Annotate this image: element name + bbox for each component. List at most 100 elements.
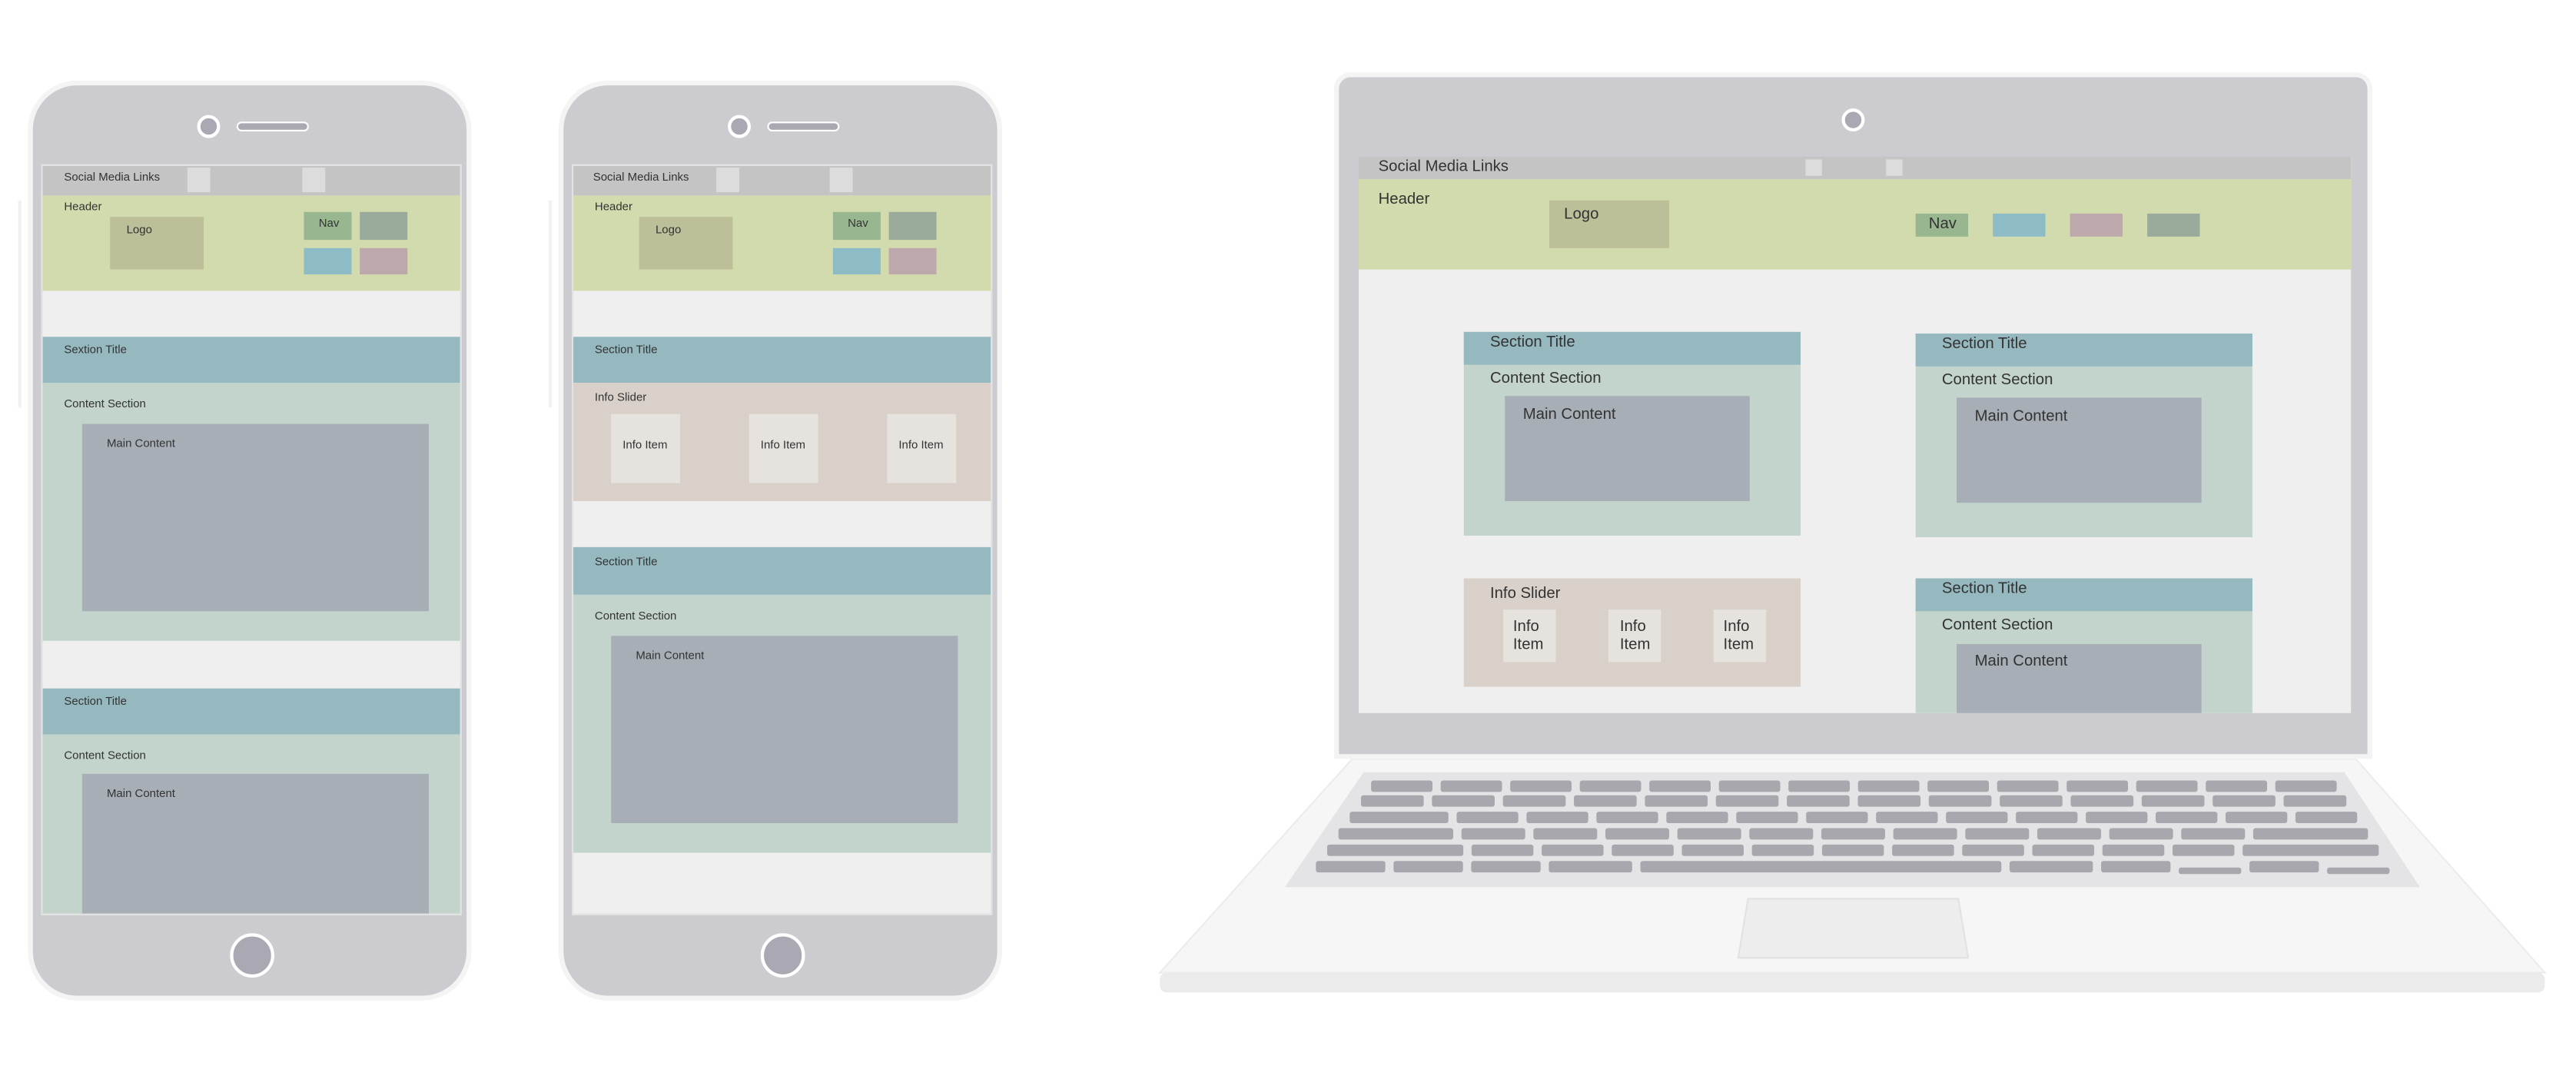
main-content-label: Main Content bbox=[1522, 406, 1616, 424]
info-item[interactable]: Info Item bbox=[1503, 609, 1556, 663]
content-section-label: Content Section bbox=[1489, 370, 1602, 388]
keyboard-key bbox=[2206, 780, 2268, 792]
keyboard-key bbox=[1471, 844, 1534, 856]
keyboard-key bbox=[2109, 828, 2173, 840]
info-item-label: Info Item bbox=[1619, 617, 1651, 654]
section-title: Section Title bbox=[1915, 578, 2252, 612]
info-slider: Info Slider Info Item Info Item Info Ite… bbox=[1463, 578, 1801, 687]
keyboard-key bbox=[2086, 812, 2148, 824]
keyboard-key bbox=[1718, 780, 1781, 792]
keyboard-key bbox=[1893, 828, 1957, 840]
social-icon[interactable] bbox=[1805, 159, 1822, 176]
keyboard-key bbox=[1533, 828, 1598, 840]
keyboard-key bbox=[1666, 812, 1728, 824]
header-label: Header bbox=[1378, 190, 1430, 209]
nav-label: Nav bbox=[1928, 215, 1957, 234]
keyboard-key bbox=[2009, 861, 2093, 873]
keyboard-key bbox=[1510, 780, 1572, 792]
keyboard-key bbox=[1677, 828, 1741, 840]
keyboard-key bbox=[1502, 795, 1566, 807]
keyboard-key bbox=[1788, 780, 1851, 792]
nav-item[interactable] bbox=[1993, 213, 2046, 237]
section-title-label: Section Title bbox=[1941, 335, 2027, 354]
keyboard-key bbox=[1715, 795, 1779, 807]
keyboard-key bbox=[2102, 844, 2165, 856]
keyboard-key bbox=[1876, 812, 1938, 824]
keyboard-key bbox=[1649, 780, 1711, 792]
keyboard-key bbox=[1857, 795, 1921, 807]
keyboard-key bbox=[1927, 780, 1990, 792]
keyboard-key bbox=[1360, 795, 1424, 807]
keyboard-key bbox=[2252, 828, 2369, 840]
keyboard-key bbox=[1857, 780, 1920, 792]
keyboard-key bbox=[2016, 812, 2078, 824]
nav-item[interactable]: Nav bbox=[1915, 213, 1969, 237]
keyboard-key bbox=[1892, 844, 1954, 856]
keyboard-key bbox=[2000, 795, 2063, 807]
keyboard-key bbox=[1751, 844, 1814, 856]
keyboard-key bbox=[2101, 861, 2171, 873]
keyboard-key bbox=[1371, 780, 1432, 792]
keyboard-key bbox=[2249, 861, 2319, 873]
main-content: Main Content bbox=[1957, 397, 2202, 503]
info-item-label: Info Item bbox=[1723, 617, 1754, 654]
main-content-label: Main Content bbox=[1974, 652, 2068, 671]
nav-item[interactable] bbox=[2147, 213, 2200, 237]
keyboard-key bbox=[2295, 812, 2358, 824]
social-icon[interactable] bbox=[1886, 159, 1903, 176]
keyboard-key bbox=[2070, 795, 2134, 807]
info-slider-label: Info Slider bbox=[1489, 585, 1561, 603]
header: Header Logo Nav bbox=[1358, 179, 2352, 270]
keyboard-key bbox=[1432, 795, 1495, 807]
keyboard-key bbox=[2226, 812, 2288, 824]
laptop-base-edge bbox=[1160, 972, 2545, 993]
keyboard-key bbox=[2141, 795, 2205, 807]
section-title-label: Section Title bbox=[1489, 333, 1575, 352]
nav-item[interactable] bbox=[2070, 213, 2123, 237]
keyboard-key bbox=[1338, 828, 1453, 840]
keyboard-key bbox=[1749, 828, 1814, 840]
section-title-label: Section Title bbox=[1941, 579, 2027, 599]
keyboard-key bbox=[1440, 780, 1502, 792]
keyboard-key bbox=[1596, 812, 1658, 824]
social-media-label: Social Media Links bbox=[1378, 158, 1509, 176]
section-title: Section Title bbox=[1463, 331, 1801, 365]
keyboard-key bbox=[1574, 795, 1637, 807]
keyboard-key bbox=[2181, 828, 2246, 840]
keyboard-key bbox=[1461, 828, 1525, 840]
keyboard-key bbox=[2283, 795, 2347, 807]
info-item-label: Info Item bbox=[1512, 617, 1544, 654]
keyboard-key bbox=[1393, 861, 1463, 873]
keyboard-key bbox=[1526, 812, 1588, 824]
section-title: Section Title bbox=[1915, 333, 2252, 367]
keyboard-key bbox=[1612, 844, 1674, 856]
main-content-label: Main Content bbox=[1974, 407, 2068, 426]
keyboard-key bbox=[1326, 844, 1464, 856]
logo[interactable]: Logo bbox=[1549, 200, 1670, 248]
keyboard-key bbox=[1316, 861, 1386, 873]
keyboard-key bbox=[2213, 795, 2276, 807]
keyboard-key bbox=[1640, 861, 2002, 873]
trackpad[interactable] bbox=[1737, 898, 1970, 959]
keyboard-key bbox=[1456, 812, 1519, 824]
keyboard-key bbox=[1928, 795, 1992, 807]
keyboard-key bbox=[1962, 844, 2024, 856]
info-item[interactable]: Info Item bbox=[1713, 609, 1767, 663]
keyboard-key bbox=[1997, 780, 2059, 792]
keyboard-key bbox=[1806, 812, 1868, 824]
webcam-icon bbox=[1841, 108, 1865, 132]
keyboard-key bbox=[1946, 812, 2008, 824]
keyboard-key bbox=[2327, 867, 2390, 875]
keyboard-key bbox=[2066, 780, 2129, 792]
keyboard-key bbox=[2156, 812, 2218, 824]
keyboard-key bbox=[2037, 828, 2101, 840]
keyboard-key bbox=[2172, 844, 2235, 856]
info-item[interactable]: Info Item bbox=[1608, 609, 1661, 663]
content-section-label: Content Section bbox=[1941, 371, 2053, 390]
keyboard-key bbox=[1787, 795, 1850, 807]
keyboard-key bbox=[1549, 861, 1632, 873]
keyboard-key bbox=[1681, 844, 1744, 856]
content-card: Section Title Content Section Main Conte… bbox=[1915, 578, 2252, 713]
keyboard-key bbox=[2179, 867, 2242, 875]
keyboard-key bbox=[1471, 861, 1541, 873]
